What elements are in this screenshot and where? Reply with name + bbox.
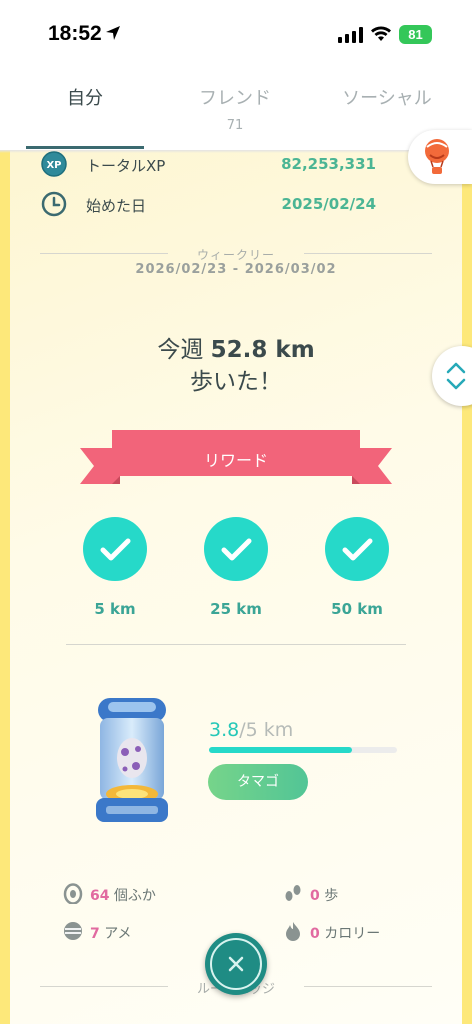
steps-count: 0 (310, 888, 320, 904)
start-date-value: 2025/02/24 (281, 195, 376, 213)
egg-button[interactable]: タマゴ (208, 764, 308, 800)
tab-self-label: 自分 (67, 88, 103, 109)
total-xp-label: トータルXP (86, 157, 166, 175)
milestone-5km-check (83, 517, 147, 581)
milestone-25km-label: 25 km (210, 600, 262, 618)
candy-count: 7 (90, 926, 100, 942)
weekly-distance-line: 今週 52.8 km (0, 330, 472, 364)
location-arrow-icon (106, 26, 120, 40)
clock-icon (41, 191, 67, 217)
balloon-icon (425, 139, 449, 174)
egg-progress-total: /5 km (239, 719, 294, 741)
tab-friends[interactable]: フレンド 71 (176, 84, 294, 133)
tab-friends-label: フレンド (199, 88, 271, 109)
checkmark-icon (221, 538, 252, 561)
calories-count: 0 (310, 926, 320, 942)
egg-progress-fill (209, 747, 352, 753)
egg-incubator-icon[interactable] (92, 694, 172, 830)
status-time: 18:52 (48, 22, 102, 45)
milestone-50km-label: 50 km (331, 600, 383, 618)
close-button-ring (210, 938, 262, 990)
friend-count: 71 (226, 118, 244, 133)
battery-indicator: 81 (399, 25, 432, 44)
wifi-icon (371, 26, 391, 41)
reward-divider (66, 644, 406, 645)
xp-icon-text: XP (46, 160, 61, 171)
close-icon (228, 956, 244, 972)
start-date-label: 始めた日 (86, 197, 147, 215)
status-bar: 18:52 81 (0, 0, 472, 70)
egg-icon (63, 883, 83, 904)
xp-icon: XP (41, 151, 67, 177)
hatched-count: 64 (90, 888, 110, 904)
chevron-up-down-icon (446, 362, 466, 390)
reward-label: リワード (203, 451, 268, 470)
checkmark-icon (100, 538, 131, 561)
candy-label: アメ (99, 926, 132, 942)
hatched-label: 個ふか (109, 888, 156, 904)
balloon-button[interactable] (408, 130, 472, 184)
flame-icon (286, 922, 300, 941)
calories-label: カロリー (319, 926, 381, 942)
candy-icon (64, 922, 82, 940)
cellular-signal-icon (338, 27, 363, 43)
milestone-25km-check (204, 517, 268, 581)
total-xp-row: XP トータルXP 82,253,331 (40, 150, 440, 180)
active-tab-indicator (26, 146, 144, 149)
close-button[interactable] (205, 933, 267, 995)
footprints-icon (285, 885, 301, 901)
profile-tabs: 自分 フレンド 71 ソーシャル (0, 70, 472, 150)
milestone-5km-label: 5 km (94, 600, 136, 618)
checkmark-icon (342, 538, 373, 561)
weekly-date-range: 2026/02/23 - 2026/03/02 (135, 262, 337, 277)
weekly-distance-prefix: 今週 (157, 337, 211, 363)
total-xp-value: 82,253,331 (281, 155, 376, 173)
weekly-distance-value: 52.8 km (210, 337, 315, 363)
egg-progress-current: 3.8 (209, 719, 240, 741)
egg-progress-bar (209, 747, 397, 753)
weekly-walked-text: 歩いた！ (190, 369, 282, 395)
milestone-50km-check (325, 517, 389, 581)
tab-social-label: ソーシャル (342, 88, 432, 109)
weekly-label: ウィークリー (196, 248, 275, 262)
start-date-row: 始めた日 2025/02/24 (40, 190, 440, 220)
tab-self[interactable]: 自分 (26, 84, 144, 110)
steps-label: 歩 (319, 888, 339, 904)
tab-social[interactable]: ソーシャル (322, 84, 452, 110)
egg-progress-text: 3.8/5 km (209, 719, 293, 741)
